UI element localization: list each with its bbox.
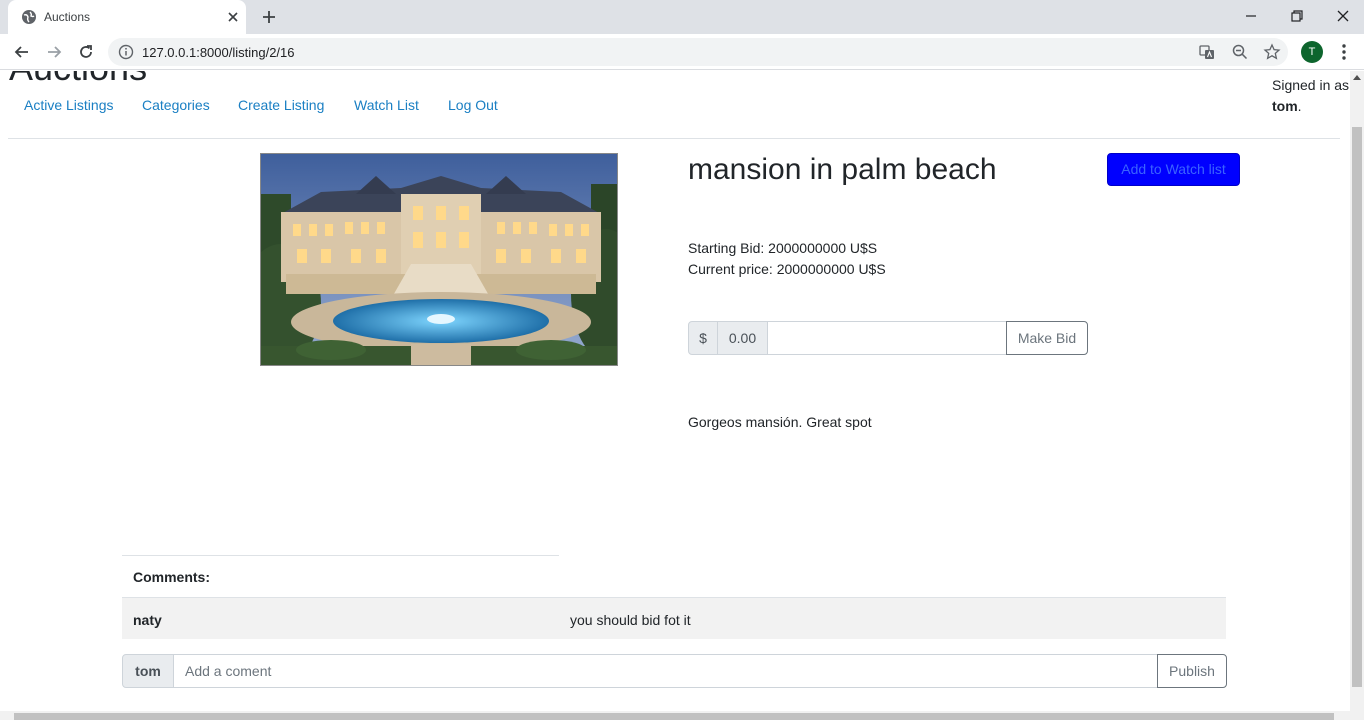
publish-button[interactable]: Publish [1157,654,1227,688]
back-arrow-icon[interactable] [12,42,32,62]
tab-title: Auctions [44,10,91,24]
horizontal-scrollbar[interactable] [0,711,1364,720]
signed-in-status: Signed in as tom. [1272,75,1350,117]
nav-link-log-out[interactable]: Log Out [448,97,498,113]
new-tab-plus-icon[interactable] [260,8,278,26]
bid-form: $ 0.00 Make Bid [688,321,1088,355]
browser-tabstrip: Auctions [0,0,1364,34]
comments-heading: Comments: [133,569,211,585]
nav-link-watch-list[interactable]: Watch List [354,97,419,113]
site-brand: Auctions [9,71,147,89]
globe-icon [22,10,36,24]
comment-text: you should bid fot it [570,612,691,628]
nav-link-active-listings[interactable]: Active Listings [24,97,113,113]
comment-form: tom Publish [122,654,1227,688]
info-icon[interactable] [118,44,134,60]
minimize-icon[interactable] [1241,6,1261,26]
browser-tab[interactable]: Auctions [8,0,246,34]
add-to-watchlist-button[interactable]: Add to Watch list [1107,153,1240,186]
close-icon[interactable] [224,8,242,26]
url-text: 127.0.0.1:8000/listing/2/16 [142,45,295,60]
listing-photo [260,153,618,366]
nav-link-categories[interactable]: Categories [142,97,210,113]
restore-icon[interactable] [1287,6,1307,26]
nav-divider [8,138,1340,139]
translate-icon[interactable] [1198,43,1216,61]
bid-currency: $ [688,321,718,355]
horizontal-scroll-thumb[interactable] [14,713,1334,720]
signed-in-user: tom [1272,98,1298,114]
more-vert-icon[interactable] [1336,42,1352,62]
vertical-scrollbar[interactable] [1350,71,1364,711]
zoom-icon[interactable] [1231,43,1249,61]
bookmark-star-icon[interactable] [1263,43,1281,61]
address-bar[interactable]: 127.0.0.1:8000/listing/2/16 [108,38,1288,66]
make-bid-button[interactable]: Make Bid [1006,321,1088,355]
nav-link-create-listing[interactable]: Create Listing [238,97,324,113]
listing-title: mansion in palm beach [688,153,997,186]
current-price: Current price: 2000000000 U$S [688,261,886,277]
comment-input[interactable] [173,654,1158,688]
comment-author: tom [122,654,174,688]
bid-cents: 0.00 [717,321,768,355]
window-close-icon[interactable] [1333,6,1353,26]
reload-icon[interactable] [76,42,96,62]
starting-bid: Starting Bid: 2000000000 U$S [688,240,878,256]
comment-row: naty you should bid fot it [122,597,1226,639]
page-content: Auctions Signed in as tom. Active Listin… [0,71,1350,711]
forward-arrow-icon[interactable] [44,42,64,62]
signed-in-prefix: Signed in as [1272,77,1350,93]
comment-user: naty [133,612,162,628]
listing-description: Gorgeos mansión. Great spot [688,414,872,430]
signed-in-suffix: . [1297,98,1302,114]
browser-toolbar: 127.0.0.1:8000/listing/2/16 T [0,34,1364,70]
scroll-up-arrow-icon[interactable] [1353,75,1361,80]
vertical-scroll-thumb[interactable] [1352,127,1362,687]
comments-divider [122,555,559,556]
bid-amount-input[interactable] [767,321,1007,355]
profile-avatar[interactable]: T [1301,41,1323,63]
mansion-image [261,154,617,365]
